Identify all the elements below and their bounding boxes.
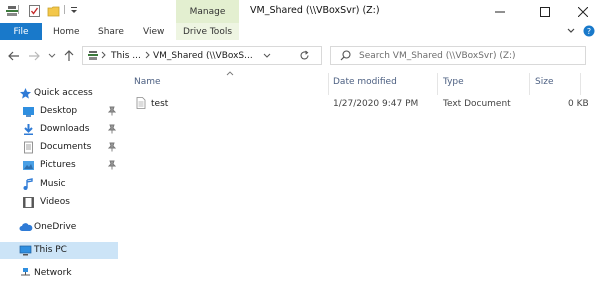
ribbon-tabs: File Home Share View Drive Tools ? (0, 23, 600, 41)
videos-icon (22, 196, 35, 209)
sort-ascending-icon (226, 69, 234, 79)
help-icon[interactable]: ? (583, 25, 595, 37)
sidebar-item-downloads[interactable]: Downloads (0, 121, 118, 138)
sidebar-item-pictures[interactable]: Pictures (0, 157, 118, 174)
pin-icon[interactable] (107, 160, 117, 170)
forward-button[interactable] (26, 48, 42, 64)
customize-quick-access-icon[interactable] (69, 6, 79, 19)
star-icon (19, 87, 32, 100)
separator-icon: | (17, 5, 21, 15)
sidebar-item-documents[interactable]: Documents (0, 139, 118, 156)
column-header-name[interactable]: Name (134, 77, 161, 87)
search-placeholder: Search VM_Shared (\\VBoxSvr) (Z:) (359, 51, 516, 61)
cloud-icon (19, 221, 33, 234)
sidebar-item-videos[interactable]: Videos (0, 194, 118, 211)
column-divider[interactable] (529, 73, 530, 95)
expand-ribbon-icon[interactable] (566, 25, 576, 35)
sidebar-item-desktop[interactable]: Desktop (0, 103, 118, 120)
file-name[interactable]: test (151, 99, 168, 109)
column-divider[interactable] (328, 73, 329, 95)
text-file-icon (136, 97, 146, 112)
sidebar-item-quick-access[interactable]: Quick access (0, 85, 118, 102)
navigation-bar: This ... VM_Shared (\\VBoxS... Search VM… (0, 40, 600, 71)
tab-share[interactable]: Share (98, 23, 124, 40)
address-bar[interactable]: This ... VM_Shared (\\VBoxS... (82, 46, 322, 65)
sidebar-item-onedrive[interactable]: OneDrive (0, 219, 118, 236)
up-button[interactable] (61, 48, 77, 64)
minimize-button[interactable] (477, 0, 523, 23)
desktop-folder-icon (22, 105, 35, 118)
pin-icon[interactable] (107, 124, 117, 134)
navigation-pane: Quick access Desktop Downloads Documents (0, 71, 120, 278)
computer-icon (19, 244, 32, 257)
recent-locations-icon[interactable] (44, 48, 60, 64)
tab-manage[interactable]: Manage (176, 0, 239, 23)
new-folder-icon[interactable] (47, 4, 60, 21)
pin-icon[interactable] (107, 142, 117, 152)
breadcrumb-chevron-icon[interactable] (145, 51, 151, 62)
file-size: 0 KB (568, 99, 589, 109)
back-button[interactable] (6, 48, 22, 64)
title-bar: | | Manage VM_Shared (\\VBoxSvr) (Z:) (0, 0, 600, 23)
pin-icon[interactable] (107, 106, 117, 116)
file-list: Name Date modified Type Size test 1/27/2… (122, 71, 600, 277)
window-title: VM_Shared (\\VBoxSvr) (Z:) (250, 5, 380, 16)
music-icon (22, 178, 35, 191)
column-header-date-modified[interactable]: Date modified (333, 77, 397, 87)
tab-home[interactable]: Home (53, 23, 80, 40)
column-header-type[interactable]: Type (443, 77, 464, 87)
column-divider[interactable] (580, 73, 581, 95)
breadcrumb-vm-shared[interactable]: VM_Shared (\\VBoxS... (153, 51, 253, 61)
tab-drive-tools[interactable]: Drive Tools (176, 23, 239, 40)
search-icon (340, 50, 351, 64)
address-dropdown-icon[interactable] (263, 52, 271, 63)
documents-folder-icon (22, 141, 35, 154)
breadcrumb-this-pc[interactable]: This ... (111, 51, 141, 61)
tab-file[interactable]: File (0, 23, 42, 40)
column-divider[interactable] (437, 73, 438, 95)
sidebar-item-this-pc[interactable]: This PC (0, 242, 118, 259)
properties-icon[interactable] (28, 4, 41, 21)
refresh-icon[interactable] (299, 50, 310, 64)
quick-access-dropdown-separator: | (63, 5, 67, 15)
close-button[interactable] (560, 0, 600, 23)
sidebar-item-music[interactable]: Music (0, 176, 118, 193)
network-icon (19, 267, 32, 280)
tab-view[interactable]: View (143, 23, 164, 40)
pictures-folder-icon (22, 159, 35, 172)
sidebar-item-network[interactable]: Network (0, 265, 118, 282)
breadcrumb-chevron-icon[interactable] (101, 51, 107, 62)
download-folder-icon (22, 123, 35, 136)
search-input[interactable]: Search VM_Shared (\\VBoxSvr) (Z:) (330, 46, 586, 65)
file-date-modified: 1/27/2020 9:47 PM (333, 99, 419, 109)
column-header-size[interactable]: Size (535, 77, 553, 87)
drive-icon (87, 50, 99, 64)
svg-text:?: ? (587, 27, 591, 36)
file-type: Text Document (443, 99, 511, 109)
